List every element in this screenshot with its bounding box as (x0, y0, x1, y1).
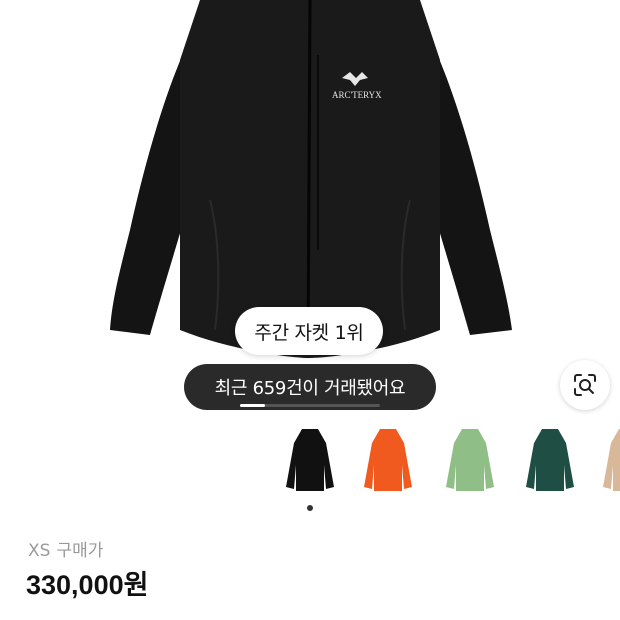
variant-thumb-black[interactable] (275, 420, 345, 500)
product-price: 330,000원 (26, 570, 149, 600)
variant-thumb-sage[interactable] (435, 420, 505, 500)
black-jacket-icon (286, 429, 334, 491)
product-hero-image[interactable]: ARC'TERYX 주간 자켓 1위 최근 659건이 거래됐어요 (0, 0, 620, 415)
variant-thumb-orange[interactable] (353, 420, 423, 500)
selected-variant-indicator (307, 505, 313, 511)
variant-swatch-1 (364, 429, 412, 491)
variant-swatch-3 (526, 429, 574, 491)
sage-jacket-icon (446, 429, 494, 491)
variant-swatch-4 (603, 429, 620, 491)
variant-swatch-2 (446, 429, 494, 491)
recent-trades-label: 최근 659건이 거래됐어요 (214, 378, 406, 399)
beige-jacket-icon (603, 429, 620, 491)
image-carousel-progress-fill (240, 404, 266, 407)
lens-search-icon (574, 374, 596, 396)
color-variant-thumbnails (270, 420, 620, 510)
lens-search-button[interactable] (560, 360, 610, 410)
weekly-rank-badge: 주간 자켓 1위 (235, 307, 383, 355)
variant-thumb-beige[interactable] (592, 420, 620, 500)
image-carousel-progress (240, 404, 380, 407)
orange-jacket-icon (364, 429, 412, 491)
variant-thumb-dark-green[interactable] (515, 420, 585, 500)
variant-swatch-0 (286, 429, 334, 491)
size-price-label: XS 구매가 (28, 536, 109, 561)
dark-green-jacket-icon (526, 429, 574, 491)
brand-logo-text: ARC'TERYX (332, 90, 382, 100)
size-value: XS (28, 541, 51, 561)
price-type-label: 구매가 (56, 541, 104, 561)
rank-badge-label: 주간 자켓 1위 (254, 321, 364, 344)
